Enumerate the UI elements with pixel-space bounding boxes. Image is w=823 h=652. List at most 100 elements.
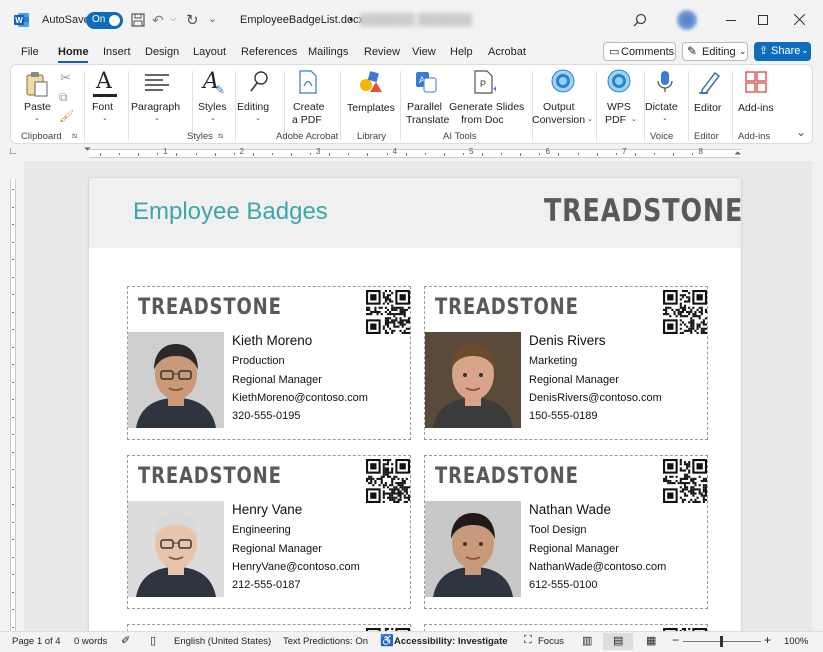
paragraph-button[interactable]: Paragraph ⌄ (131, 69, 183, 125)
undo-dropdown-icon[interactable]: ⌵ (170, 14, 176, 24)
collapse-ribbon-icon[interactable]: ⌄ (796, 125, 806, 139)
web-layout-icon[interactable]: ▦ (646, 634, 656, 647)
comments-button[interactable]: ▭ Comments (603, 42, 676, 61)
editing-button[interactable]: Editing ⌄ (235, 69, 281, 125)
zoom-in-icon[interactable]: + (764, 633, 771, 647)
customize-qat-icon[interactable]: ⌄ (208, 12, 217, 25)
paste-label: Paste (24, 101, 51, 113)
editor-button[interactable]: Editor (689, 69, 729, 125)
menu-mailings[interactable]: Mailings (308, 46, 348, 58)
menu-insert[interactable]: Insert (103, 46, 131, 58)
format-painter-icon[interactable]: 🖌 (59, 109, 74, 123)
copy-icon[interactable]: ⧉ (59, 90, 68, 105)
ruler-tick (214, 153, 216, 156)
photo-frame[interactable] (128, 332, 224, 428)
document-canvas[interactable]: Employee Badges TREADSTONE TREADSTONE Kie… (24, 161, 812, 631)
editing-mode-button[interactable]: ✎ Editing ⌄ (682, 42, 748, 61)
add-ins-button[interactable]: Add-ins (734, 69, 778, 125)
vertical-ruler[interactable] (0, 161, 24, 631)
dictate-button[interactable]: Dictate ⌄ (645, 69, 685, 125)
output-conversion-button[interactable]: Output Conversion ⌄ (532, 69, 593, 126)
minimize-icon[interactable] (726, 20, 736, 21)
employee-badge[interactable]: TREADSTONE Kieth Moreno Production Regional… (127, 286, 411, 440)
undo-icon[interactable]: ↶ (152, 12, 164, 29)
styles-button[interactable]: A ✎ Styles ⌄ (195, 69, 231, 125)
vertical-ruler-tick (12, 329, 14, 330)
autosave-toggle[interactable]: On (86, 12, 123, 29)
menu-design[interactable]: Design (145, 46, 179, 58)
document-page[interactable]: Employee Badges TREADSTONE TREADSTONE Kie… (89, 178, 742, 631)
ruler-tick (291, 153, 292, 156)
zoom-slider-thumb[interactable] (720, 636, 723, 647)
menu-layout[interactable]: Layout (193, 46, 226, 58)
employee-department: Tool Design (529, 524, 587, 536)
employee-department: Production (232, 355, 285, 367)
ruler-tick (462, 153, 464, 155)
wps-icon (607, 69, 631, 93)
badge-logo: TREADSTONE (138, 295, 282, 320)
qr-code (366, 459, 410, 503)
zoom-out-icon[interactable]: − (672, 633, 679, 647)
menu-references[interactable]: References (241, 46, 297, 58)
first-line-indent-icon[interactable]: ⏷ (84, 144, 91, 155)
employee-badge[interactable]: TREADSTONE Nathan Wade Tool Design Regional… (424, 455, 708, 609)
ruler-tick (634, 153, 636, 156)
save-icon[interactable] (131, 13, 145, 27)
status-bar: Page 1 of 4 0 words ✐ ▯ English (United … (0, 631, 823, 652)
dictate-label: Dictate (645, 101, 678, 113)
vertical-ruler-tick (12, 486, 14, 488)
wps-pdf-button[interactable]: WPS PDF ⌄ (599, 69, 639, 126)
print-layout-button[interactable]: ▤ (603, 633, 633, 650)
close-icon[interactable] (794, 14, 805, 25)
horizontal-ruler[interactable]: ∟ 1 2 3 4 5 6 7 8 ⏷ ⏶ (0, 144, 823, 161)
dialog-launcher-icon[interactable]: ⧅ (218, 131, 223, 141)
zoom-level[interactable]: 100% (784, 636, 808, 647)
account-avatar[interactable] (677, 10, 697, 30)
menu-view[interactable]: View (412, 46, 436, 58)
employee-badge-partial[interactable] (127, 624, 411, 631)
cut-icon[interactable]: ✂ (60, 70, 71, 86)
employee-badge[interactable]: TREADSTONE Denis Rivers Marketing Regional … (424, 286, 708, 440)
paste-button[interactable]: Paste ⌄ (19, 69, 55, 122)
page-count[interactable]: Page 1 of 4 (12, 636, 61, 647)
maximize-icon[interactable] (758, 15, 768, 25)
create-pdf-button[interactable]: Create a PDF (287, 69, 329, 126)
generate-slides-button[interactable]: P ✦ Generate Slides from Doc (449, 69, 524, 126)
employee-badge[interactable]: TREADSTONE Henry Vane Engineering Regional … (127, 455, 411, 609)
menu-acrobat[interactable]: Acrobat (488, 46, 526, 58)
vertical-ruler-tick (12, 434, 14, 435)
text-predictions[interactable]: Text Predictions: On (283, 636, 368, 647)
language[interactable]: English (United States) (174, 636, 271, 647)
accessibility-status[interactable]: Accessibility: Investigate (394, 636, 508, 647)
tab-selector-icon[interactable]: ∟ (8, 146, 18, 157)
redo-icon[interactable]: ↻ (186, 11, 199, 29)
photo-frame[interactable] (425, 332, 521, 428)
employee-photo (425, 332, 521, 428)
photo-frame[interactable] (425, 501, 521, 597)
parallel-translate-button[interactable]: A Parallel Translate (403, 69, 449, 126)
dialog-launcher-icon[interactable]: ⧅ (72, 131, 77, 141)
photo-frame[interactable] (128, 501, 224, 597)
menu-file[interactable]: File (21, 46, 39, 58)
font-button[interactable]: A Font ⌄ (87, 69, 123, 125)
ruler-tick (195, 153, 197, 155)
share-button[interactable]: ⇪ Share ⌄ (754, 42, 811, 61)
word-count[interactable]: 0 words (74, 636, 107, 647)
focus-label[interactable]: Focus (538, 636, 564, 647)
vertical-scrollbar[interactable] (812, 161, 823, 631)
templates-button[interactable]: Templates (344, 69, 396, 125)
menu-review[interactable]: Review (364, 46, 400, 58)
vertical-ruler-tick (12, 364, 14, 365)
book-icon[interactable]: ▯ (150, 634, 156, 647)
ruler-tick (596, 153, 598, 156)
vertical-ruler-tick (12, 294, 14, 295)
menu-help[interactable]: Help (450, 46, 473, 58)
read-mode-icon[interactable]: ▥ (582, 634, 592, 647)
right-indent-icon[interactable]: ⏶ (734, 148, 741, 159)
menu-home[interactable]: Home (58, 46, 89, 58)
employee-badge-partial[interactable] (424, 624, 708, 631)
proofing-icon[interactable]: ✐ (121, 634, 130, 647)
share-icon: ⇪ (759, 45, 769, 57)
search-icon[interactable] (633, 13, 647, 27)
focus-icon: ⛶ (524, 634, 532, 646)
